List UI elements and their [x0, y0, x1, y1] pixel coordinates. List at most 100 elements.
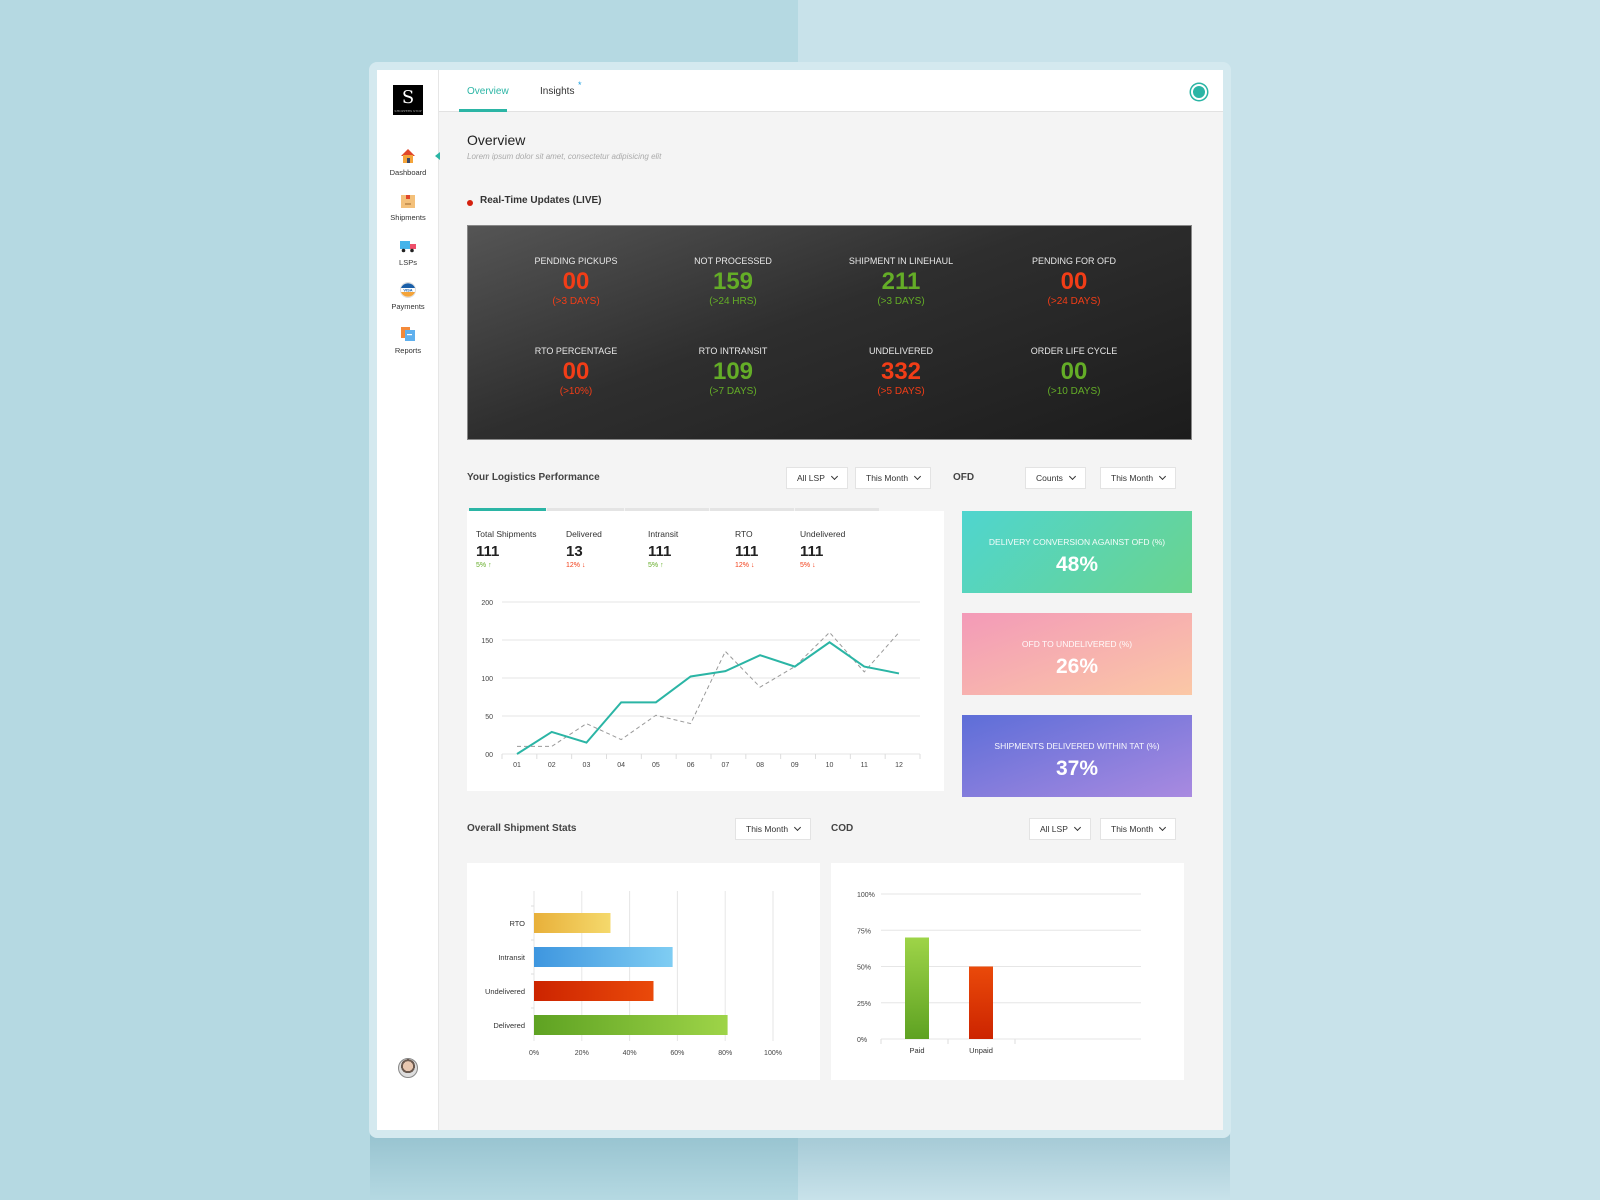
metric-label: RTO PERCENTAGE — [534, 346, 618, 356]
x-tick-label: 12 — [895, 762, 903, 769]
ofd-period-dropdown[interactable]: This Month — [1100, 467, 1177, 489]
period-filter-dropdown[interactable]: This Month — [855, 467, 932, 489]
realtime-metric[interactable]: RTO PERCENTAGE 00 (>10%) — [486, 346, 666, 397]
live-indicator-icon — [467, 200, 473, 206]
dropdown-value: All LSP — [797, 473, 825, 483]
ofd-card-delivery-conversion[interactable]: DELIVERY CONVERSION AGAINST OFD (%) 48% — [962, 511, 1192, 593]
x-tick-label: 80% — [718, 1050, 732, 1057]
sidebar-item-reports[interactable]: Reports — [377, 326, 439, 355]
logo-letter: S — [401, 87, 415, 108]
metric-value: 00 — [1060, 358, 1088, 385]
active-tab-underline — [459, 109, 507, 112]
cod-period-dropdown[interactable]: This Month — [1100, 818, 1177, 840]
performance-title: Your Logistics Performance — [467, 472, 600, 483]
y-tick-label: 50% — [857, 965, 871, 972]
metric-threshold: (>3 DAYS) — [552, 296, 600, 307]
metric-label: NOT PROCESSED — [694, 256, 772, 266]
frame-shadow — [370, 1130, 1230, 1200]
metric-threshold: (>10 DAYS) — [1047, 386, 1101, 397]
realtime-metric[interactable]: PENDING PICKUPS 00 (>3 DAYS) — [486, 256, 666, 307]
tab-insights[interactable]: Insights — [540, 86, 574, 97]
bar-paid[interactable] — [905, 937, 929, 1040]
dropdown-value: All LSP — [1040, 824, 1068, 834]
cod-title: COD — [831, 823, 854, 834]
sidebar-item-dashboard[interactable]: Dashboard — [377, 148, 439, 177]
cod-lsp-dropdown[interactable]: All LSP — [1029, 818, 1091, 840]
logo-subtext: SHOPPERS STOP — [394, 109, 422, 113]
ofd-title: OFD — [953, 472, 975, 483]
performance-card: Total Shipments 111 5% ↑ Delivered 13 12% ↓ In… — [467, 511, 944, 791]
realtime-metric[interactable]: UNDELIVERED 332 (>5 DAYS) — [811, 346, 991, 397]
x-tick-label: 11 — [861, 762, 868, 769]
bar-rto[interactable] — [534, 913, 611, 933]
bar-delivered[interactable] — [534, 1015, 728, 1035]
metric-threshold: (>24 HRS) — [709, 296, 757, 307]
x-tick-label: 10 — [826, 762, 834, 769]
realtime-metric[interactable]: PENDING FOR OFD 00 (>24 DAYS) — [984, 256, 1164, 307]
shipment-stats-card: 0% 20% 40% 60% 80% 100% RTO Intransit Undelivere… — [467, 863, 820, 1080]
y-tick-label: 150 — [481, 638, 493, 645]
x-tick-label: 09 — [791, 762, 799, 769]
sidebar-item-label: Reports — [394, 346, 422, 355]
metric-label: UNDELIVERED — [868, 346, 933, 356]
y-tick-label: 0% — [857, 1037, 867, 1044]
sidebar-item-label: Dashboard — [389, 168, 427, 177]
bar-unpaid[interactable] — [969, 966, 993, 1040]
app: S SHOPPERS STOP Dashboard Shipments LSPs… — [377, 70, 1223, 1130]
metric-label: ORDER LIFE CYCLE — [1030, 346, 1118, 356]
performance-line-chart: 00 50 100 150 200 01 02 03 04 05 06 07 08 09 10 11 12 — [481, 600, 921, 769]
y-tick-label: 50 — [485, 714, 493, 721]
tab-overview[interactable]: Overview — [467, 86, 509, 97]
dropdown-value: Counts — [1036, 473, 1063, 483]
metric-label: SHIPMENT IN LINEHAUL — [848, 256, 954, 266]
chevron-down-icon — [794, 823, 802, 832]
online-status-icon[interactable] — [1191, 84, 1207, 100]
chevron-down-icon — [1073, 823, 1081, 832]
x-tick-label: 0% — [529, 1050, 539, 1057]
notification-star-icon: * — [578, 80, 582, 90]
page-subtitle: Lorem ipsum dolor sit amet, consectetur … — [467, 152, 662, 161]
metric-label: RTO INTRANSIT — [698, 346, 768, 356]
brand-logo[interactable]: S SHOPPERS STOP — [393, 85, 423, 115]
truck-icon — [400, 238, 416, 254]
x-tick-label: 40% — [623, 1050, 637, 1057]
y-tick-label: 100 — [481, 676, 493, 683]
sidebar-item-shipments[interactable]: Shipments — [377, 193, 439, 222]
house-icon — [400, 148, 416, 164]
bar-intransit[interactable] — [534, 947, 673, 967]
lsp-filter-dropdown[interactable]: All LSP — [786, 467, 848, 489]
chevron-down-icon — [914, 472, 922, 481]
metric-threshold: (>3 DAYS) — [877, 296, 925, 307]
realtime-section-title: Real-Time Updates (LIVE) — [480, 195, 602, 206]
sidebar-item-label: Payments — [391, 302, 425, 311]
shipment-stats-bar-chart: 0% 20% 40% 60% 80% 100% RTO Intransit Undelivere… — [485, 891, 782, 1057]
line-series-previous — [517, 631, 900, 747]
realtime-metric[interactable]: NOT PROCESSED 159 (>24 HRS) — [643, 256, 823, 307]
realtime-metric[interactable]: ORDER LIFE CYCLE 00 (>10 DAYS) — [984, 346, 1164, 397]
ofd-card-label: DELIVERY CONVERSION AGAINST OFD (%) — [988, 537, 1166, 547]
browser-frame: S SHOPPERS STOP Dashboard Shipments LSPs… — [369, 62, 1231, 1138]
bar-undelivered[interactable] — [534, 981, 654, 1001]
category-label: RTO — [509, 919, 525, 928]
metric-threshold: (>10%) — [559, 386, 593, 397]
ofd-card-delivered-within-tat[interactable]: SHIPMENTS DELIVERED WITHIN TAT (%) 37% — [962, 715, 1192, 797]
user-avatar[interactable] — [398, 1058, 418, 1078]
metric-value: 00 — [562, 358, 590, 385]
realtime-metric[interactable]: RTO INTRANSIT 109 (>7 DAYS) — [643, 346, 823, 397]
x-tick-label: 02 — [548, 762, 556, 769]
stats-period-dropdown[interactable]: This Month — [735, 818, 812, 840]
category-label: Intransit — [498, 953, 526, 962]
realtime-metric[interactable]: SHIPMENT IN LINEHAUL 211 (>3 DAYS) — [811, 256, 991, 307]
metric-threshold: (>7 DAYS) — [709, 386, 757, 397]
realtime-panel: PENDING PICKUPS 00 (>3 DAYS) NOT PROCESSED 1… — [467, 225, 1192, 440]
sidebar-item-lsps[interactable]: LSPs — [377, 238, 439, 267]
metric-label: PENDING FOR OFD — [1031, 256, 1116, 266]
y-tick-label: 25% — [857, 1001, 871, 1008]
y-tick-label: 200 — [481, 600, 493, 607]
ofd-card-ofd-to-undelivered[interactable]: OFD TO UNDELIVERED (%) 26% — [962, 613, 1192, 695]
metric-filter-dropdown[interactable]: Counts — [1025, 467, 1086, 489]
x-tick-label: 06 — [687, 762, 695, 769]
sidebar-item-payments[interactable]: VISA Payments — [377, 282, 439, 311]
chevron-down-icon — [1159, 472, 1167, 481]
y-tick-label: 00 — [485, 752, 493, 759]
